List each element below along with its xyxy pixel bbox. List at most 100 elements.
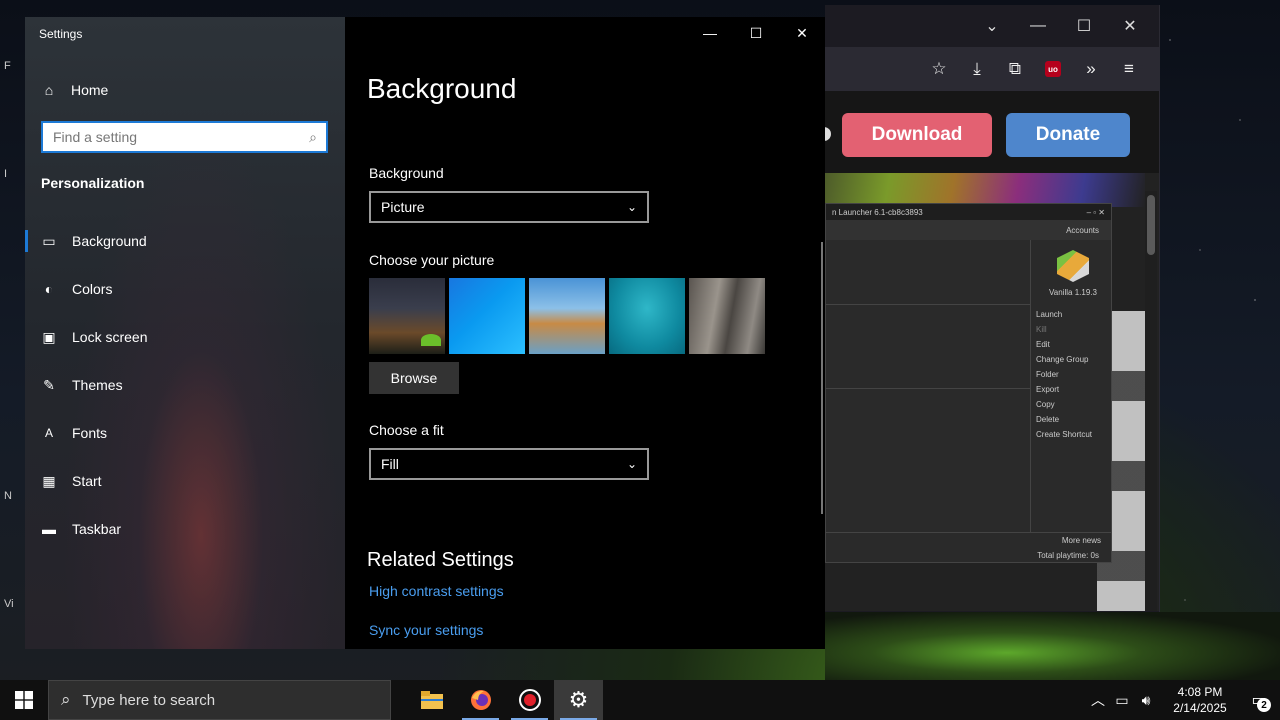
menu-icon[interactable]: ≡ xyxy=(1117,57,1141,81)
content-scrollbar[interactable] xyxy=(821,242,823,514)
nav-item-themes[interactable]: ✎ Themes xyxy=(25,361,345,409)
settings-sidebar: Settings ⌂ Home ⌕ Personalization ▭ Back… xyxy=(25,17,345,649)
chevron-up-icon[interactable]: ︿ xyxy=(1086,680,1110,720)
nav-item-taskbar[interactable]: ▬ Taskbar xyxy=(25,505,345,553)
clock-time: 4:08 PM xyxy=(1177,685,1223,699)
nav-label: Colors xyxy=(72,281,113,297)
search-icon: ⌕ xyxy=(61,690,71,709)
picture-thumbnail[interactable] xyxy=(689,278,765,354)
launcher-action: Edit xyxy=(1036,340,1050,349)
file-explorer-icon[interactable] xyxy=(407,680,456,720)
banner-image xyxy=(825,173,1145,207)
taskbar-search[interactable]: ⌕ Type here to search xyxy=(48,680,391,720)
pinned-apps: ⚙ xyxy=(407,680,603,720)
nav-item-fonts[interactable]: A Fonts xyxy=(25,409,345,457)
settings-content: — ☐ ✕ Background Background Picture ⌄ Ch… xyxy=(345,17,825,649)
instance-area xyxy=(826,240,1031,532)
maximize-button[interactable]: ☐ xyxy=(1061,5,1107,47)
scroll-thumb[interactable] xyxy=(1147,195,1155,255)
donate-button[interactable]: Donate xyxy=(1006,113,1130,157)
launcher-action: Export xyxy=(1036,385,1060,394)
close-button[interactable]: ✕ xyxy=(779,17,825,49)
fit-dropdown[interactable]: Fill ⌄ xyxy=(369,448,649,480)
window-controls: — ☐ ✕ xyxy=(687,17,825,49)
ublock-icon[interactable]: uo xyxy=(1041,57,1065,81)
section-title: Personalization xyxy=(41,175,145,191)
maximize-button[interactable]: ☐ xyxy=(733,17,779,49)
browser-titlebar: ⌄ — ☐ ✕ xyxy=(825,5,1159,47)
instance-sidebar: Vanilla 1.19.3 Launch Kill Edit Change G… xyxy=(1033,244,1113,442)
fonts-icon: A xyxy=(44,426,53,440)
close-button[interactable]: ✕ xyxy=(1107,5,1153,47)
picture-icon: ▭ xyxy=(42,232,56,249)
volume-icon[interactable]: 🔊︎ xyxy=(1134,680,1158,720)
settings-nav: ▭ Background ◐ Colors ▣ Lock screen ✎ Th… xyxy=(25,217,345,553)
launcher-toolbar: Accounts xyxy=(826,220,1111,240)
page-scrollbar[interactable] xyxy=(1145,191,1157,611)
edge-text: F xyxy=(4,60,11,72)
picture-thumbnail[interactable] xyxy=(529,278,605,354)
chevron-down-icon: ⌄ xyxy=(626,457,637,471)
launcher-title: n Launcher 6.1-cb8c3893 xyxy=(832,207,923,217)
overflow-chevron-icon[interactable]: » xyxy=(1079,57,1103,81)
nav-item-background[interactable]: ▭ Background xyxy=(25,217,345,265)
sync-settings-link[interactable]: Sync your settings xyxy=(369,622,483,638)
taskbar: ⌕ Type here to search ⚙ ︿ ▭ 🔊︎ 4:08 PM 2… xyxy=(0,680,1280,720)
clock-date: 2/14/2025 xyxy=(1173,701,1227,715)
nav-item-lock-screen[interactable]: ▣ Lock screen xyxy=(25,313,345,361)
picture-thumbnail[interactable] xyxy=(369,278,445,354)
instance-cube-icon xyxy=(1057,250,1089,282)
download-icon[interactable]: ⤓ xyxy=(965,57,989,81)
launcher-action: Create Shortcut xyxy=(1036,430,1093,439)
browser-window: ⌄ — ☐ ✕ ☆ ⤓ ⧉ uo » ≡ Download Donate n L… xyxy=(825,5,1160,612)
launcher-action: Folder xyxy=(1036,370,1059,379)
web-page: Download Donate n Launcher 6.1-cb8c3893 … xyxy=(825,91,1159,611)
notification-icon[interactable]: ▭ 2 xyxy=(1238,680,1280,720)
download-button[interactable]: Download xyxy=(842,113,992,157)
background-value: Picture xyxy=(381,199,425,215)
search-icon[interactable]: ⌕ xyxy=(300,129,326,146)
edge-text: N xyxy=(4,490,12,502)
settings-gear-icon[interactable]: ⚙ xyxy=(554,680,603,720)
clock[interactable]: 4:08 PM 2/14/2025 xyxy=(1162,684,1238,716)
search-input[interactable] xyxy=(43,123,300,151)
minimize-button[interactable]: — xyxy=(1015,5,1061,47)
divider xyxy=(826,304,1031,305)
high-contrast-link[interactable]: High contrast settings xyxy=(369,583,504,599)
minimize-button[interactable]: — xyxy=(687,17,733,49)
launcher-titlebar: n Launcher 6.1-cb8c3893 – ▫ ✕ xyxy=(826,204,1111,220)
record-icon[interactable] xyxy=(505,680,554,720)
more-news-label: More news xyxy=(1061,536,1101,545)
network-icon[interactable]: ▭ xyxy=(1110,680,1134,720)
picture-thumbnail[interactable] xyxy=(449,278,525,354)
list-all-tabs-icon[interactable]: ⌄ xyxy=(969,5,1015,47)
circle-icon xyxy=(825,127,831,141)
system-tray: ︿ ▭ 🔊︎ 4:08 PM 2/14/2025 ▭ 2 xyxy=(1086,680,1280,720)
launcher-action: Delete xyxy=(1036,415,1060,424)
firefox-icon[interactable] xyxy=(456,680,505,720)
nav-item-colors[interactable]: ◐ Colors xyxy=(25,265,345,313)
app-title: Settings xyxy=(39,27,83,41)
start-grid-icon: ▦ xyxy=(42,472,56,489)
page-title: Background xyxy=(367,73,517,104)
launcher-screenshot: n Launcher 6.1-cb8c3893 – ▫ ✕ Accounts V… xyxy=(825,203,1112,563)
nav-label: Start xyxy=(72,473,102,489)
home-icon: ⌂ xyxy=(44,82,54,98)
home-label: Home xyxy=(71,82,109,98)
browse-button[interactable]: Browse xyxy=(369,362,459,394)
taskbar-search-placeholder: Type here to search xyxy=(82,691,216,709)
home-nav[interactable]: ⌂ Home xyxy=(41,79,109,101)
extensions-icon[interactable]: ⧉ xyxy=(1003,57,1027,81)
picture-thumbnails xyxy=(369,278,765,354)
nav-item-start[interactable]: ▦ Start xyxy=(25,457,345,505)
brush-icon: ✎ xyxy=(43,376,55,393)
taskbar-icon: ▬ xyxy=(42,521,56,537)
background-dropdown[interactable]: Picture ⌄ xyxy=(369,191,649,223)
launcher-window-controls: – ▫ ✕ xyxy=(1086,207,1105,217)
start-button[interactable] xyxy=(0,680,48,720)
playtime-label: Total playtime: 0s xyxy=(1037,551,1099,560)
fit-value: Fill xyxy=(381,456,399,472)
nav-label: Fonts xyxy=(72,425,108,441)
picture-thumbnail[interactable] xyxy=(609,278,685,354)
bookmark-star-icon[interactable]: ☆ xyxy=(927,57,951,81)
